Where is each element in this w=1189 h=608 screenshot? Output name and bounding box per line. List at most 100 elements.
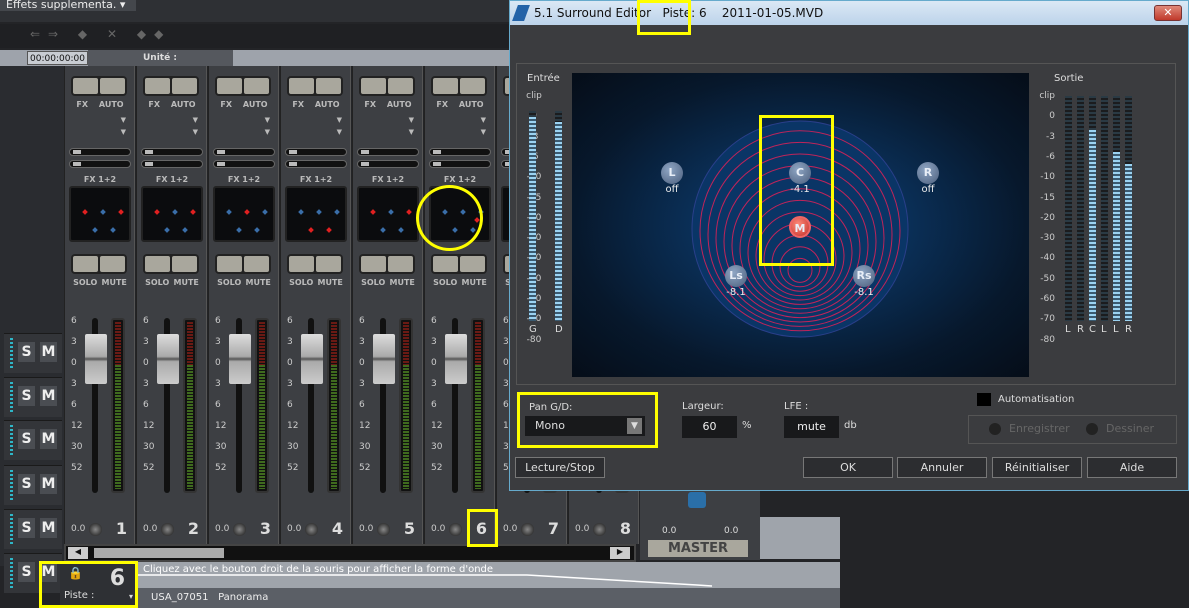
chevron-down-icon[interactable]: ▼ (409, 128, 414, 136)
chevron-down-icon[interactable]: ▼ (481, 116, 486, 124)
chevron-down-icon[interactable]: ▼ (193, 128, 198, 136)
send-handle[interactable] (289, 162, 297, 166)
solo-button[interactable] (289, 256, 314, 272)
solo-button[interactable] (145, 256, 170, 272)
mute-button[interactable] (316, 256, 341, 272)
send-slider[interactable] (357, 148, 419, 156)
record-radio[interactable] (989, 423, 1001, 435)
chevron-down-icon[interactable]: ▼ (193, 116, 198, 124)
send-slider[interactable] (357, 160, 419, 168)
send-handle[interactable] (217, 150, 225, 154)
solo-button[interactable]: S (18, 474, 35, 494)
send-handle[interactable] (433, 150, 441, 154)
auto-button[interactable] (388, 78, 413, 94)
solo-button[interactable]: S (18, 518, 35, 538)
send-handle[interactable] (289, 150, 297, 154)
scroll-right-button[interactable]: ▶ (610, 547, 630, 559)
pan-knob[interactable] (593, 523, 606, 536)
send-handle[interactable] (73, 162, 81, 166)
master-label[interactable]: MASTER (648, 540, 748, 557)
fader-knob[interactable] (301, 334, 323, 384)
draw-radio[interactable] (1086, 423, 1098, 435)
surround-pan-display[interactable] (69, 186, 131, 242)
fx-button[interactable] (433, 78, 458, 94)
send-handle[interactable] (361, 162, 369, 166)
send-slider[interactable] (285, 160, 347, 168)
fx-button[interactable] (361, 78, 386, 94)
auto-button[interactable] (172, 78, 197, 94)
send-handle[interactable] (145, 150, 153, 154)
send-slider[interactable] (141, 148, 203, 156)
solo-button[interactable]: S (18, 342, 35, 362)
send-handle[interactable] (73, 150, 81, 154)
surround-pan-display[interactable] (213, 186, 275, 242)
clip-bar[interactable]: USA_07051 Panorama (137, 588, 840, 608)
solo-button[interactable]: S (18, 386, 35, 406)
mute-button[interactable]: M (40, 386, 57, 406)
play-stop-button[interactable]: Lecture/Stop (515, 457, 605, 478)
send-handle[interactable] (433, 162, 441, 166)
help-button[interactable]: Aide (1087, 457, 1177, 478)
surround-pan-display[interactable] (285, 186, 347, 242)
auto-button[interactable] (460, 78, 485, 94)
speaker-rs[interactable]: Rs (853, 265, 875, 287)
speaker-ls[interactable]: Ls (725, 265, 747, 287)
chevron-down-icon[interactable]: ▼ (121, 128, 126, 136)
solo-button[interactable] (73, 256, 98, 272)
solo-button[interactable] (217, 256, 242, 272)
close-button[interactable]: ✕ (1154, 5, 1182, 21)
chevron-down-icon[interactable]: ▼ (409, 116, 414, 124)
mute-button[interactable]: M (40, 342, 57, 362)
send-slider[interactable] (213, 148, 275, 156)
pan-knob[interactable] (89, 523, 102, 536)
chevron-down-icon[interactable]: ▼ (121, 116, 126, 124)
solo-button[interactable] (433, 256, 458, 272)
fx-button[interactable] (73, 78, 98, 94)
ok-button[interactable]: OK (803, 457, 893, 478)
fx-button[interactable] (217, 78, 242, 94)
pan-knob[interactable] (233, 523, 246, 536)
auto-button[interactable] (316, 78, 341, 94)
auto-button[interactable] (100, 78, 125, 94)
timecode-field[interactable]: 00:00:00:00 (27, 51, 88, 65)
pan-knob[interactable] (521, 523, 534, 536)
scroll-left-button[interactable]: ◀ (68, 547, 88, 559)
speaker-r[interactable]: R (917, 162, 939, 184)
chevron-down-icon[interactable]: ▼ (265, 128, 270, 136)
fx-button[interactable] (145, 78, 170, 94)
pan-knob[interactable] (449, 523, 462, 536)
mute-button[interactable] (460, 256, 485, 272)
fx-button[interactable] (289, 78, 314, 94)
solo-button[interactable] (361, 256, 386, 272)
chevron-down-icon[interactable]: ▼ (337, 128, 342, 136)
fader-knob[interactable] (85, 334, 107, 384)
chevron-down-icon[interactable]: ▼ (265, 116, 270, 124)
solo-button[interactable]: S (18, 429, 35, 449)
send-handle[interactable] (145, 162, 153, 166)
send-slider[interactable] (69, 148, 131, 156)
send-slider[interactable] (429, 160, 491, 168)
mute-button[interactable] (172, 256, 197, 272)
fader-knob[interactable] (229, 334, 251, 384)
effects-dropdown[interactable]: Effets supplementa. ▾ (0, 0, 136, 11)
speaker-l[interactable]: L (661, 162, 683, 184)
send-slider[interactable] (429, 148, 491, 156)
mute-button[interactable]: M (40, 518, 57, 538)
mute-button[interactable] (244, 256, 269, 272)
mute-button[interactable]: M (40, 429, 57, 449)
mute-button[interactable] (388, 256, 413, 272)
surround-pan-display[interactable] (141, 186, 203, 242)
width-input[interactable]: 60 (682, 416, 737, 438)
fader-knob[interactable] (157, 334, 179, 384)
mute-button[interactable] (100, 256, 125, 272)
pan-knob[interactable] (305, 523, 318, 536)
pan-knob[interactable] (377, 523, 390, 536)
chevron-down-icon[interactable]: ▼ (481, 128, 486, 136)
send-handle[interactable] (217, 162, 225, 166)
lfe-input[interactable]: mute (784, 416, 839, 438)
send-slider[interactable] (285, 148, 347, 156)
auto-button[interactable] (244, 78, 269, 94)
fader-knob[interactable] (373, 334, 395, 384)
mute-button[interactable]: M (40, 474, 57, 494)
automation-checkbox[interactable] (977, 393, 991, 406)
